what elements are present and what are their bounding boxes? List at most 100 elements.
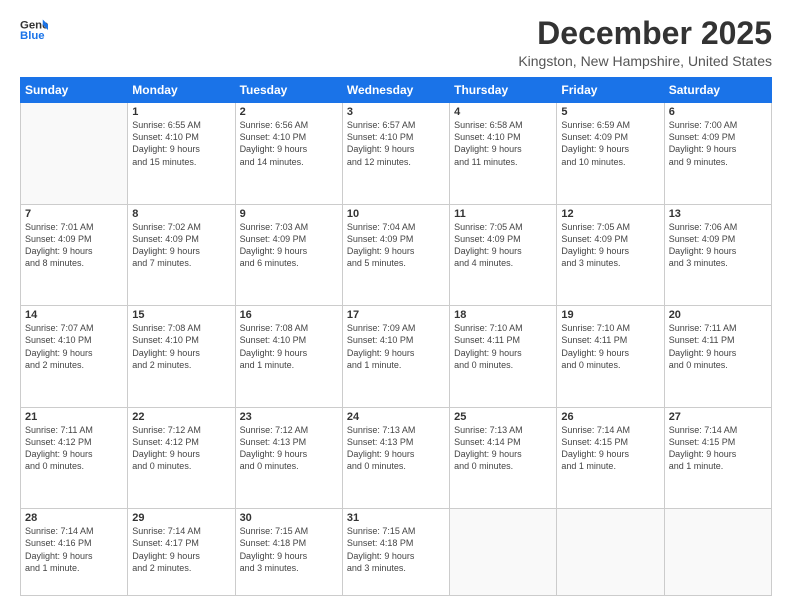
table-row: 8Sunrise: 7:02 AMSunset: 4:09 PMDaylight… [128, 204, 235, 306]
table-row: 10Sunrise: 7:04 AMSunset: 4:09 PMDayligh… [342, 204, 449, 306]
day-number: 7 [25, 208, 123, 220]
header: General Blue December 2025 Kingston, New… [20, 16, 772, 69]
day-number: 13 [669, 208, 767, 220]
day-info: Sunrise: 7:01 AMSunset: 4:09 PMDaylight:… [25, 221, 123, 270]
table-row: 18Sunrise: 7:10 AMSunset: 4:11 PMDayligh… [450, 306, 557, 408]
day-info: Sunrise: 7:11 AMSunset: 4:11 PMDaylight:… [669, 322, 767, 371]
table-row: 9Sunrise: 7:03 AMSunset: 4:09 PMDaylight… [235, 204, 342, 306]
table-row: 14Sunrise: 7:07 AMSunset: 4:10 PMDayligh… [21, 306, 128, 408]
day-number: 3 [347, 106, 445, 118]
day-info: Sunrise: 6:56 AMSunset: 4:10 PMDaylight:… [240, 119, 338, 168]
location: Kingston, New Hampshire, United States [518, 53, 772, 69]
table-row: 5Sunrise: 6:59 AMSunset: 4:09 PMDaylight… [557, 103, 664, 205]
day-info: Sunrise: 7:15 AMSunset: 4:18 PMDaylight:… [240, 525, 338, 574]
day-info: Sunrise: 7:08 AMSunset: 4:10 PMDaylight:… [240, 322, 338, 371]
day-number: 17 [347, 309, 445, 321]
day-number: 12 [561, 208, 659, 220]
table-row: 15Sunrise: 7:08 AMSunset: 4:10 PMDayligh… [128, 306, 235, 408]
header-saturday: Saturday [664, 78, 771, 103]
day-number: 31 [347, 512, 445, 524]
day-number: 18 [454, 309, 552, 321]
day-number: 28 [25, 512, 123, 524]
day-number: 14 [25, 309, 123, 321]
day-number: 9 [240, 208, 338, 220]
day-number: 20 [669, 309, 767, 321]
table-row: 13Sunrise: 7:06 AMSunset: 4:09 PMDayligh… [664, 204, 771, 306]
table-row: 7Sunrise: 7:01 AMSunset: 4:09 PMDaylight… [21, 204, 128, 306]
table-row: 30Sunrise: 7:15 AMSunset: 4:18 PMDayligh… [235, 509, 342, 596]
day-number: 5 [561, 106, 659, 118]
header-thursday: Thursday [450, 78, 557, 103]
day-info: Sunrise: 7:11 AMSunset: 4:12 PMDaylight:… [25, 424, 123, 473]
day-number: 19 [561, 309, 659, 321]
table-row: 23Sunrise: 7:12 AMSunset: 4:13 PMDayligh… [235, 407, 342, 509]
day-info: Sunrise: 7:14 AMSunset: 4:15 PMDaylight:… [561, 424, 659, 473]
day-info: Sunrise: 7:03 AMSunset: 4:09 PMDaylight:… [240, 221, 338, 270]
table-row: 20Sunrise: 7:11 AMSunset: 4:11 PMDayligh… [664, 306, 771, 408]
day-info: Sunrise: 6:59 AMSunset: 4:09 PMDaylight:… [561, 119, 659, 168]
table-row: 28Sunrise: 7:14 AMSunset: 4:16 PMDayligh… [21, 509, 128, 596]
day-number: 2 [240, 106, 338, 118]
day-number: 21 [25, 411, 123, 423]
calendar-table: Sunday Monday Tuesday Wednesday Thursday… [20, 77, 772, 596]
day-info: Sunrise: 7:15 AMSunset: 4:18 PMDaylight:… [347, 525, 445, 574]
logo: General Blue [20, 16, 48, 44]
day-number: 1 [132, 106, 230, 118]
header-sunday: Sunday [21, 78, 128, 103]
day-info: Sunrise: 7:12 AMSunset: 4:12 PMDaylight:… [132, 424, 230, 473]
month-title: December 2025 [518, 16, 772, 51]
weekday-header-row: Sunday Monday Tuesday Wednesday Thursday… [21, 78, 772, 103]
day-info: Sunrise: 7:13 AMSunset: 4:14 PMDaylight:… [454, 424, 552, 473]
table-row: 2Sunrise: 6:56 AMSunset: 4:10 PMDaylight… [235, 103, 342, 205]
table-row: 11Sunrise: 7:05 AMSunset: 4:09 PMDayligh… [450, 204, 557, 306]
day-number: 16 [240, 309, 338, 321]
day-info: Sunrise: 7:14 AMSunset: 4:17 PMDaylight:… [132, 525, 230, 574]
table-row: 25Sunrise: 7:13 AMSunset: 4:14 PMDayligh… [450, 407, 557, 509]
table-row: 31Sunrise: 7:15 AMSunset: 4:18 PMDayligh… [342, 509, 449, 596]
day-info: Sunrise: 7:12 AMSunset: 4:13 PMDaylight:… [240, 424, 338, 473]
table-row: 1Sunrise: 6:55 AMSunset: 4:10 PMDaylight… [128, 103, 235, 205]
day-info: Sunrise: 7:08 AMSunset: 4:10 PMDaylight:… [132, 322, 230, 371]
day-info: Sunrise: 6:57 AMSunset: 4:10 PMDaylight:… [347, 119, 445, 168]
day-info: Sunrise: 7:02 AMSunset: 4:09 PMDaylight:… [132, 221, 230, 270]
day-info: Sunrise: 6:55 AMSunset: 4:10 PMDaylight:… [132, 119, 230, 168]
day-number: 11 [454, 208, 552, 220]
day-info: Sunrise: 7:14 AMSunset: 4:16 PMDaylight:… [25, 525, 123, 574]
day-number: 30 [240, 512, 338, 524]
table-row: 26Sunrise: 7:14 AMSunset: 4:15 PMDayligh… [557, 407, 664, 509]
header-friday: Friday [557, 78, 664, 103]
table-row: 21Sunrise: 7:11 AMSunset: 4:12 PMDayligh… [21, 407, 128, 509]
table-row: 16Sunrise: 7:08 AMSunset: 4:10 PMDayligh… [235, 306, 342, 408]
logo-icon: General Blue [20, 16, 48, 44]
day-number: 25 [454, 411, 552, 423]
title-block: December 2025 Kingston, New Hampshire, U… [518, 16, 772, 69]
day-number: 29 [132, 512, 230, 524]
day-info: Sunrise: 7:13 AMSunset: 4:13 PMDaylight:… [347, 424, 445, 473]
day-info: Sunrise: 7:06 AMSunset: 4:09 PMDaylight:… [669, 221, 767, 270]
day-info: Sunrise: 6:58 AMSunset: 4:10 PMDaylight:… [454, 119, 552, 168]
table-row: 29Sunrise: 7:14 AMSunset: 4:17 PMDayligh… [128, 509, 235, 596]
day-number: 15 [132, 309, 230, 321]
svg-text:Blue: Blue [20, 30, 45, 42]
table-row: 22Sunrise: 7:12 AMSunset: 4:12 PMDayligh… [128, 407, 235, 509]
day-info: Sunrise: 7:10 AMSunset: 4:11 PMDaylight:… [561, 322, 659, 371]
day-number: 27 [669, 411, 767, 423]
table-row: 24Sunrise: 7:13 AMSunset: 4:13 PMDayligh… [342, 407, 449, 509]
table-row [21, 103, 128, 205]
table-row: 3Sunrise: 6:57 AMSunset: 4:10 PMDaylight… [342, 103, 449, 205]
table-row: 6Sunrise: 7:00 AMSunset: 4:09 PMDaylight… [664, 103, 771, 205]
header-monday: Monday [128, 78, 235, 103]
day-info: Sunrise: 7:05 AMSunset: 4:09 PMDaylight:… [454, 221, 552, 270]
table-row [450, 509, 557, 596]
table-row: 4Sunrise: 6:58 AMSunset: 4:10 PMDaylight… [450, 103, 557, 205]
day-info: Sunrise: 7:04 AMSunset: 4:09 PMDaylight:… [347, 221, 445, 270]
table-row: 19Sunrise: 7:10 AMSunset: 4:11 PMDayligh… [557, 306, 664, 408]
day-number: 26 [561, 411, 659, 423]
day-number: 4 [454, 106, 552, 118]
day-info: Sunrise: 7:05 AMSunset: 4:09 PMDaylight:… [561, 221, 659, 270]
day-number: 22 [132, 411, 230, 423]
day-number: 10 [347, 208, 445, 220]
header-wednesday: Wednesday [342, 78, 449, 103]
day-info: Sunrise: 7:10 AMSunset: 4:11 PMDaylight:… [454, 322, 552, 371]
day-info: Sunrise: 7:07 AMSunset: 4:10 PMDaylight:… [25, 322, 123, 371]
